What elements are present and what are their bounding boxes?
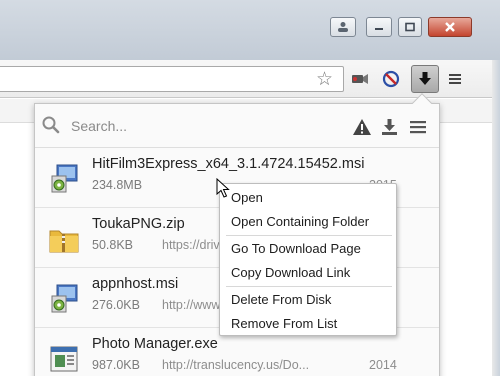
window-edge (492, 60, 500, 376)
list-icon[interactable] (407, 116, 429, 138)
search-icon (41, 115, 61, 140)
exe-app-icon (47, 342, 81, 376)
downloads-search-row (35, 104, 439, 148)
menu-item-open-containing-folder[interactable]: Open Containing Folder (231, 214, 369, 229)
file-name: ToukaPNG.zip (92, 216, 185, 232)
file-size: 276.0KB (92, 298, 140, 312)
block-extension-icon[interactable] (380, 68, 402, 90)
clear-downloads-icon[interactable] (379, 116, 401, 138)
menu-item-open[interactable]: Open (231, 190, 263, 205)
close-icon[interactable] (428, 17, 472, 37)
window-controls (330, 17, 472, 39)
menu-item-go-to-download-page[interactable]: Go To Download Page (231, 241, 361, 256)
zip-folder-icon (47, 222, 81, 256)
minimize-icon[interactable] (366, 17, 392, 37)
file-name: appnhost.msi (92, 276, 179, 292)
file-date: 2014 (369, 358, 397, 372)
menu-item-copy-download-link[interactable]: Copy Download Link (231, 265, 350, 280)
file-url[interactable]: http://translucency.us/Do... (162, 358, 309, 372)
file-url[interactable]: https://driv (162, 238, 220, 252)
profile-icon[interactable] (330, 17, 356, 37)
menu-separator (226, 286, 392, 287)
camera-extension-icon[interactable] (348, 68, 370, 90)
menu-icon[interactable] (444, 68, 466, 90)
file-size: 50.8KB (92, 238, 134, 252)
file-name: Photo Manager.exe (92, 336, 218, 352)
browser-toolbar: ☆ (0, 60, 500, 98)
file-size: 987.0KB (92, 358, 140, 372)
warning-icon[interactable] (351, 116, 373, 138)
msi-installer-icon (47, 162, 81, 196)
msi-installer-icon (47, 282, 81, 316)
file-name: HitFilm3Express_x64_3.1.4724.15452.msi (92, 156, 365, 172)
download-context-menu: Open Open Containing Folder Go To Downlo… (219, 183, 397, 336)
download-arrow-icon[interactable] (411, 65, 439, 93)
address-bar[interactable] (0, 66, 344, 92)
file-url[interactable]: http://www (162, 298, 220, 312)
maximize-icon[interactable] (398, 17, 422, 37)
menu-separator (226, 235, 392, 236)
menu-item-remove-from-list[interactable]: Remove From List (231, 316, 337, 331)
file-size: 234.8MB (92, 178, 143, 192)
menu-item-delete-from-disk[interactable]: Delete From Disk (231, 292, 331, 307)
downloads-search-input[interactable] (71, 115, 271, 137)
star-icon[interactable]: ☆ (316, 68, 333, 91)
mouse-cursor-icon (216, 177, 230, 203)
